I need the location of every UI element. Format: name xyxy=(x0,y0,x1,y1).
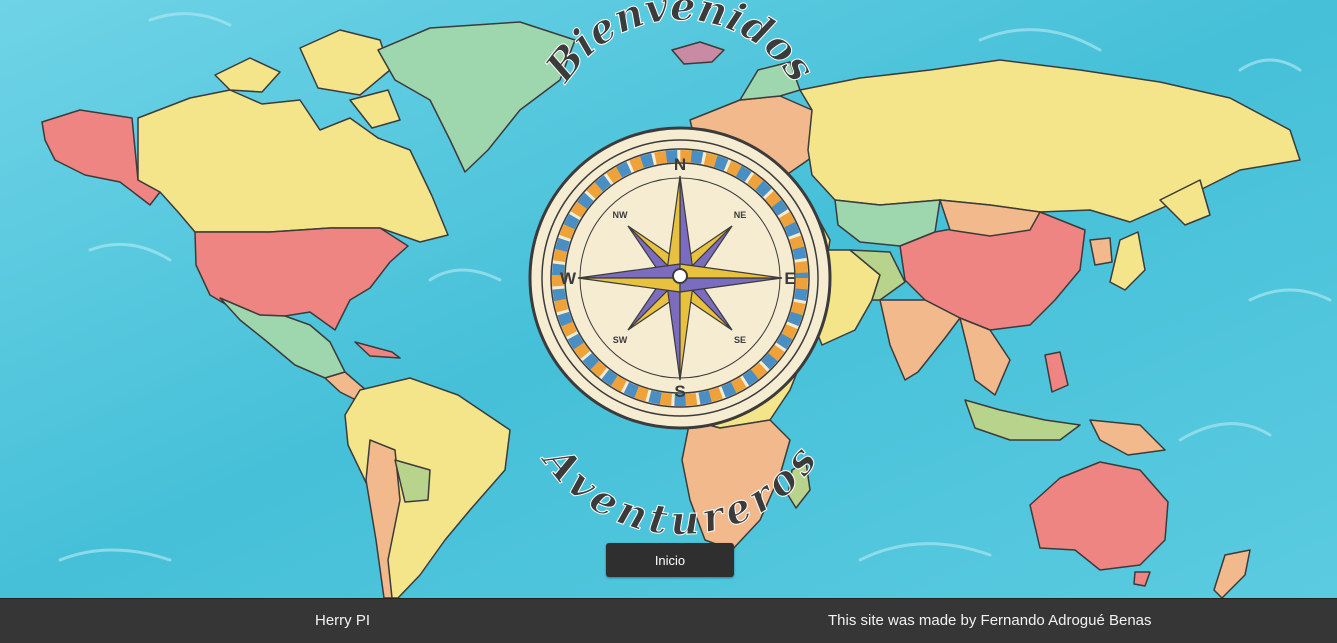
compass-ne-label: NE xyxy=(734,210,747,220)
compass-south-label: S xyxy=(674,382,685,401)
compass-se-label: SE xyxy=(734,335,746,345)
footer-project-name: Herry PI xyxy=(315,612,371,629)
compass-west-label: W xyxy=(560,269,577,288)
compass-east-label: E xyxy=(784,269,795,288)
start-button[interactable]: Inicio xyxy=(606,543,734,577)
compass-north-label: N xyxy=(674,155,686,174)
footer-credits: This site was made by Fernando Adrogué B… xyxy=(828,612,1152,629)
compass-sw-label: SW xyxy=(613,335,628,345)
compass-nw-label: NW xyxy=(613,210,628,220)
compass-rose: N S E W NE NW SE SW xyxy=(528,126,832,430)
world-map-background: N S E W NE NW SE SW Bienvenidos Aventure… xyxy=(0,0,1337,598)
footer: Herry PI This site was made by Fernando … xyxy=(0,598,1337,643)
